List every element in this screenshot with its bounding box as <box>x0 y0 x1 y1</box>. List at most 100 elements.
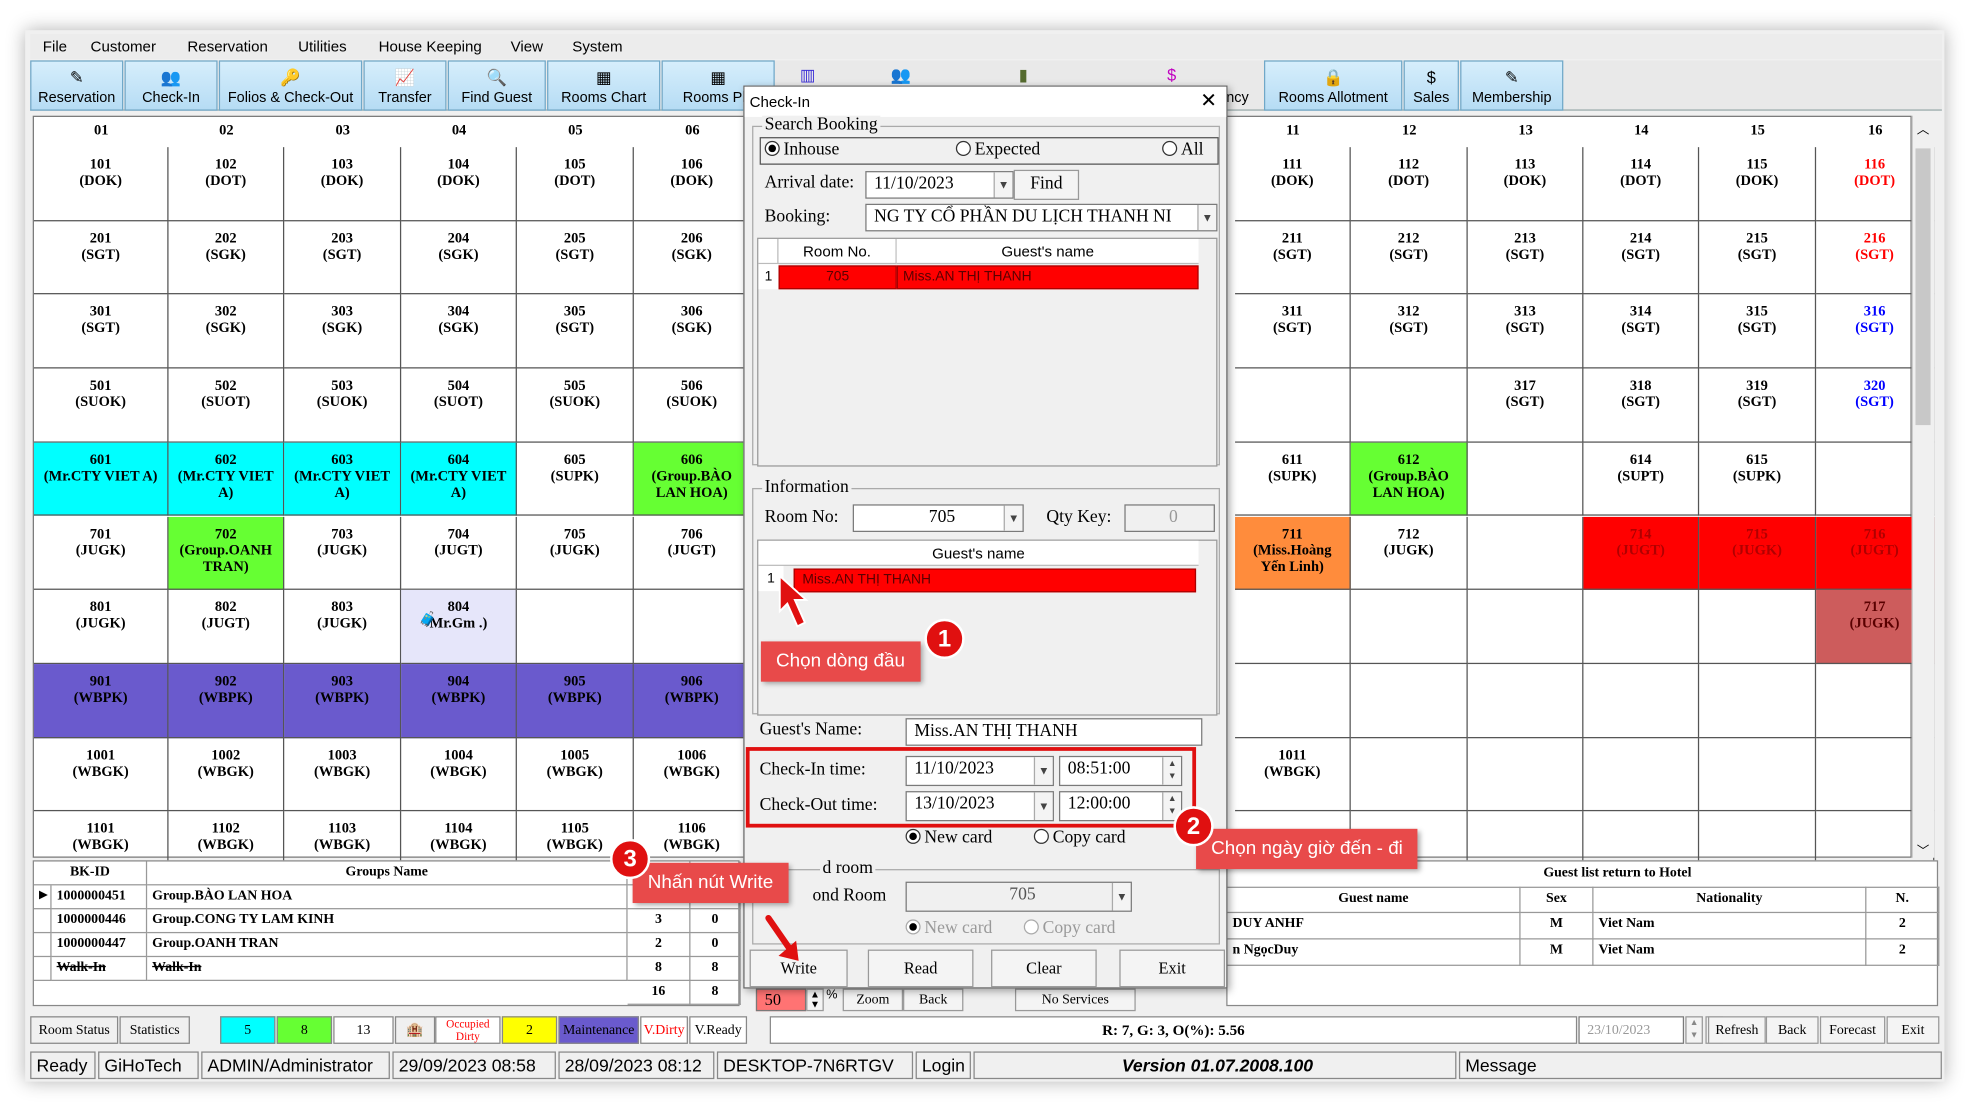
toolbar-icon[interactable]: ▮ <box>1019 65 1028 85</box>
room-cell[interactable]: 303 (SGK) <box>284 294 402 369</box>
room-cell[interactable]: 803 (JUGK) <box>284 590 402 664</box>
room-cell[interactable]: 602 (Mr.CTY VIET A) <box>168 442 285 517</box>
room-cell[interactable]: 212 (SGT) <box>1350 220 1468 295</box>
menu-system[interactable]: System <box>572 38 622 56</box>
room-cell[interactable] <box>1583 737 1700 812</box>
back-button[interactable]: Back <box>903 988 964 1012</box>
room-cell[interactable]: 203 (SGT) <box>284 220 402 295</box>
clear-button[interactable]: Clear <box>991 949 1097 988</box>
room-cell[interactable]: 114 (DOT) <box>1583 147 1700 221</box>
zoom-spin-input[interactable]: 50 <box>755 988 807 1012</box>
room-cell[interactable]: 1003 (WBGK) <box>284 737 402 812</box>
room-cell[interactable] <box>1699 663 1817 738</box>
room-cell[interactable]: 213 (SGT) <box>1467 220 1584 295</box>
room-cell[interactable]: 505 (SUOK) <box>516 368 634 443</box>
menu-customer[interactable]: Customer <box>91 38 156 56</box>
radio-new-card-2[interactable]: New card <box>905 919 992 939</box>
room-cell[interactable]: 502 (SUOT) <box>168 368 285 443</box>
room-cell[interactable]: 603 (Mr.CTY VIET A) <box>284 442 402 517</box>
chevron-down-icon[interactable]: ▼ <box>1003 505 1023 531</box>
menu-view[interactable]: View <box>511 38 543 56</box>
room-cell[interactable]: 501 (SUOK) <box>33 368 169 443</box>
toolbar-icon[interactable]: 👥 <box>890 65 910 85</box>
room-cell[interactable]: 211 (SGT) <box>1235 220 1351 295</box>
radio-copy-card[interactable]: Copy card <box>1033 828 1126 849</box>
guest-name-input[interactable]: Miss.AN THỊ THANH <box>905 718 1203 746</box>
booking-select[interactable]: NG TY CỔ PHẦN DU LỊCH THANH NI ▼ <box>865 203 1218 232</box>
chevron-down-icon[interactable]: ▼ <box>1197 205 1217 231</box>
find-button[interactable]: Find <box>1013 169 1080 200</box>
room-cell[interactable]: 201 (SGT) <box>33 220 169 295</box>
room-cell[interactable]: 301 (SGT) <box>33 294 169 369</box>
room-cell[interactable]: 604 (Mr.CTY VIET A) <box>401 442 517 517</box>
room-cell[interactable]: 702 (Group.OANH TRAN) <box>168 516 285 591</box>
menu-utilities[interactable]: Utilities <box>298 38 347 56</box>
room-cell[interactable] <box>633 590 751 664</box>
toolbar-button-find-guest[interactable]: 🔍 Find Guest <box>447 60 546 111</box>
close-icon[interactable]: ✕ <box>1192 87 1225 117</box>
room-cell[interactable]: 202 (SGK) <box>168 220 285 295</box>
room-cell[interactable]: 214 (SGT) <box>1583 220 1700 295</box>
exit-button[interactable]: Exit <box>1119 949 1225 988</box>
room-cell[interactable] <box>1235 368 1351 443</box>
back-button-bottom[interactable]: Back <box>1765 1016 1819 1044</box>
room-cell[interactable]: 318 (SGT) <box>1583 368 1700 443</box>
refresh-button[interactable]: Refresh <box>1707 1016 1766 1044</box>
room-cell[interactable] <box>1467 737 1584 812</box>
room-cell[interactable]: 906 (WBPK) <box>633 663 751 738</box>
radio-all[interactable]: All <box>1162 140 1203 161</box>
room-cell[interactable]: 701 (JUGK) <box>33 516 169 591</box>
zoom-button[interactable]: Zoom <box>842 988 904 1012</box>
room-cell[interactable]: 306 (SGK) <box>633 294 751 369</box>
room-no-select[interactable]: 705 ▼ <box>852 504 1024 533</box>
legend-item[interactable]: Statistics <box>119 1016 190 1044</box>
room-cell[interactable]: 611 (SUPK) <box>1235 442 1351 517</box>
qty-key-input[interactable]: 0 <box>1124 504 1215 533</box>
read-button[interactable]: Read <box>867 949 974 988</box>
room-cell[interactable]: 205 (SGT) <box>516 220 634 295</box>
room-cell[interactable]: 115 (DOK) <box>1699 147 1817 221</box>
room-cell[interactable] <box>1235 590 1351 664</box>
toolbar-button-rooms-allotment[interactable]: 🔒 Rooms Allotment <box>1263 60 1403 111</box>
room-cell[interactable] <box>1467 442 1584 517</box>
room-cell[interactable]: 1002 (WBGK) <box>168 737 285 812</box>
no-services-button[interactable]: No Services <box>1014 988 1136 1012</box>
room-cell[interactable]: 612 (Group.BÀO LAN HOA) <box>1350 442 1468 517</box>
room-cell[interactable]: 304 (SGK) <box>401 294 517 369</box>
guest-row-first[interactable]: Miss.AN THỊ THANH <box>793 568 1197 593</box>
room-cell[interactable]: 112 (DOT) <box>1350 147 1468 221</box>
room-cell[interactable]: 711 (Miss.Hoàng Yến Linh) <box>1235 516 1351 591</box>
room-cell[interactable]: 706 (JUGT) <box>633 516 751 591</box>
room-cell[interactable] <box>1350 590 1468 664</box>
toolbar-button-sales[interactable]: $ Sales <box>1403 60 1459 111</box>
second-room-select[interactable]: 705 ▼ <box>905 881 1132 912</box>
room-cell[interactable]: 905 (WBPK) <box>516 663 634 738</box>
room-cell[interactable]: 715 (JUGK) <box>1699 516 1817 591</box>
room-cell[interactable]: 704 (JUGT) <box>401 516 517 591</box>
room-cell[interactable]: 206 (SGK) <box>633 220 751 295</box>
spin-arrows-icon[interactable]: ▲ ▼ <box>806 988 824 1012</box>
room-cell[interactable] <box>1699 590 1817 664</box>
room-cell[interactable]: 1001 (WBGK) <box>33 737 169 812</box>
radio-inhouse[interactable]: Inhouse <box>764 140 839 161</box>
room-cell[interactable]: 703 (JUGK) <box>284 516 402 591</box>
room-cell[interactable]: 705 (JUGK) <box>516 516 634 591</box>
legend-item[interactable]: Room Status <box>30 1016 119 1044</box>
room-cell[interactable]: 1006 (WBGK) <box>633 737 751 812</box>
room-cell[interactable]: 🧳 804 Mr.Gm .) <box>401 590 517 664</box>
room-cell[interactable]: 111 (DOK) <box>1235 147 1351 221</box>
room-cell[interactable]: 714 (JUGT) <box>1583 516 1700 591</box>
room-cell[interactable]: 317 (SGT) <box>1467 368 1584 443</box>
room-cell[interactable]: 319 (SGT) <box>1699 368 1817 443</box>
room-cell[interactable] <box>1583 590 1700 664</box>
room-cell[interactable]: 1004 (WBGK) <box>401 737 517 812</box>
room-cell[interactable]: 314 (SGT) <box>1583 294 1700 369</box>
room-cell[interactable]: 102 (DOT) <box>168 147 285 221</box>
room-cell[interactable]: 1011 (WBGK) <box>1235 737 1351 812</box>
chevron-down-icon[interactable]: ▼ <box>1111 882 1131 911</box>
room-cell[interactable] <box>1699 737 1817 812</box>
toolbar-icon[interactable]: $ <box>1167 65 1176 84</box>
room-cell[interactable] <box>1350 737 1468 812</box>
arrival-date-input[interactable]: 11/10/2023 ▼ <box>865 171 1014 199</box>
toolbar-button-membership[interactable]: ✎ Membership <box>1460 60 1564 111</box>
